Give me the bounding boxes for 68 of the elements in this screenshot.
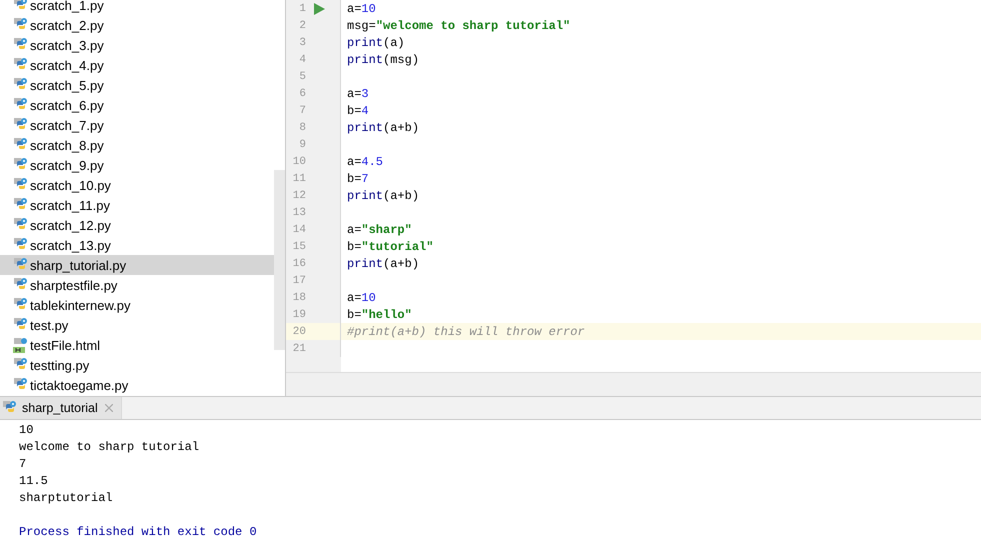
run-tab[interactable]: sharp_tutorial <box>0 397 122 419</box>
scrollbar-thumb[interactable] <box>274 170 285 350</box>
file-item[interactable]: scratch_4.py <box>0 55 274 75</box>
file-item[interactable]: sharp_tutorial.py <box>0 255 274 275</box>
file-item[interactable]: scratch_13.py <box>0 235 274 255</box>
code-line: b=7 <box>347 172 369 186</box>
console-line: welcome to sharp tutorial <box>19 439 200 456</box>
console-line: Process finished with exit code 0 <box>19 524 258 541</box>
file-item[interactable]: scratch_3.py <box>0 35 274 55</box>
line-number: 3 <box>298 36 306 48</box>
line-number: 7 <box>298 104 306 116</box>
file-item[interactable]: tictaktoegame.py <box>0 375 274 395</box>
code-line: print(a+b) <box>347 120 420 134</box>
run-icon[interactable] <box>314 2 325 14</box>
file-item[interactable]: scratch_11.py <box>0 195 274 215</box>
line-number: 4 <box>298 54 306 66</box>
console-line: 10 <box>19 422 34 439</box>
line-number: 6 <box>298 88 306 100</box>
code-line: b="hello" <box>347 308 412 322</box>
line-number: 10 <box>292 156 306 168</box>
code-line: a=10 <box>347 2 376 16</box>
file-item[interactable]: scratch_2.py <box>0 15 274 35</box>
file-item[interactable]: scratch_9.py <box>0 155 274 175</box>
line-number: 2 <box>298 20 306 32</box>
line-number: 18 <box>292 292 306 304</box>
line-number: 17 <box>292 274 306 286</box>
line-number: 8 <box>298 122 306 134</box>
line-number: 11 <box>292 172 306 184</box>
file-item[interactable]: scratch_5.py <box>0 75 274 95</box>
code-line: b="tutorial" <box>347 240 434 254</box>
line-number: 5 <box>298 70 306 82</box>
file-item[interactable]: sharptestfile.py <box>0 275 274 295</box>
file-item[interactable]: tablekinternew.py <box>0 295 274 315</box>
line-number: 14 <box>292 224 306 236</box>
console-line: sharptutorial <box>19 490 114 507</box>
close-icon[interactable] <box>104 404 113 412</box>
file-item[interactable]: scratch_7.py <box>0 115 274 135</box>
file-item[interactable]: testting.py <box>0 355 274 375</box>
code-line: a=10 <box>347 290 376 304</box>
line-number: 13 <box>292 206 306 218</box>
file-item[interactable]: scratch_10.py <box>0 175 274 195</box>
code-line: a="sharp" <box>347 222 412 236</box>
file-item[interactable]: scratch_12.py <box>0 215 274 235</box>
code-line: b=4 <box>347 104 369 118</box>
code-line: msg="welcome to sharp tutorial" <box>347 18 570 32</box>
line-number: 20 <box>292 326 306 338</box>
code-line: print(a+b) <box>347 188 420 202</box>
line-number: 21 <box>292 342 306 354</box>
html-file-icon <box>13 337 29 353</box>
code-line: a=3 <box>347 86 369 100</box>
file-item[interactable]: scratch_8.py <box>0 135 274 155</box>
console-line: 7 <box>19 456 28 473</box>
file-item[interactable]: testFile.html <box>0 335 274 355</box>
code-line: print(msg) <box>347 52 420 66</box>
code-line: print(a+b) <box>347 256 420 270</box>
line-number: 1 <box>298 2 306 14</box>
code-line: a=4.5 <box>347 154 384 168</box>
code-line: #print(a+b) this will throw error <box>347 324 585 338</box>
file-item[interactable]: test.py <box>0 315 274 335</box>
code-line: print(a) <box>347 36 405 50</box>
file-item[interactable]: scratch_1.py <box>0 0 274 15</box>
line-number: 9 <box>298 138 306 150</box>
line-number: 12 <box>292 190 306 202</box>
line-number: 19 <box>292 308 306 320</box>
line-number: 15 <box>292 240 306 252</box>
line-number: 16 <box>292 258 306 270</box>
console-line: 11.5 <box>19 473 49 490</box>
file-item[interactable]: scratch_6.py <box>0 95 274 115</box>
